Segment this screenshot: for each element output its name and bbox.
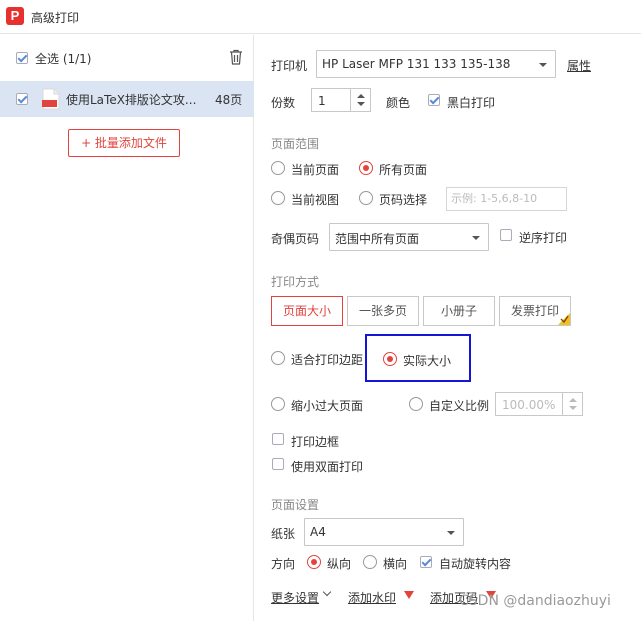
stepper-down-icon[interactable]	[357, 102, 365, 106]
landscape-label: 横向	[383, 557, 408, 571]
printer-selected-value: HP Laser MFP 131 133 135-138	[322, 57, 511, 71]
invoice-print-label: 发票打印	[510, 304, 559, 318]
bw-print-label: 黑白打印	[447, 96, 496, 110]
chevron-down-icon	[472, 236, 480, 240]
paper-selected-value: A4	[310, 525, 326, 539]
printer-properties-link[interactable]: 属性	[567, 57, 591, 74]
page-select-label: 页码选择	[379, 193, 428, 207]
vip-check-icon	[560, 315, 569, 324]
csdn-watermark: CSDN @dandiaozhuyi	[459, 593, 611, 609]
chevron-down-icon[interactable]	[322, 587, 332, 597]
chevron-down-icon	[447, 531, 455, 535]
fit-margin-label: 适合打印边距	[291, 353, 364, 367]
bw-print-checkbox[interactable]	[428, 94, 440, 106]
page-setup-section-title: 页面设置	[271, 498, 320, 512]
reverse-print-checkbox[interactable]	[500, 229, 512, 241]
odd-even-select[interactable]: 范围中所有页面	[329, 223, 489, 251]
chevron-down-icon	[539, 63, 547, 67]
paper-label: 纸张	[271, 527, 296, 541]
file-checkbox[interactable]	[16, 93, 28, 105]
print-border-checkbox[interactable]	[272, 433, 284, 445]
current-page-radio[interactable]	[271, 161, 285, 175]
add-watermark-link[interactable]: 添加水印	[348, 589, 396, 606]
page-size-tab[interactable]: 页面大小	[271, 296, 343, 326]
current-view-radio[interactable]	[271, 191, 285, 205]
shrink-large-label: 缩小过大页面	[291, 399, 364, 413]
printer-label: 打印机	[271, 59, 308, 73]
shrink-large-radio[interactable]	[271, 397, 285, 411]
file-list-panel: 全选 (1/1) 使用LaTeX排版论文攻... 48页 + 批量添加文件	[0, 35, 254, 621]
print-mode-section-title: 打印方式	[271, 275, 320, 289]
current-view-label: 当前视图	[291, 193, 340, 207]
reverse-print-label: 逆序打印	[519, 231, 568, 245]
title-bar: P 高级打印	[0, 0, 641, 34]
multi-page-tab[interactable]: 一张多页	[347, 296, 419, 326]
custom-scale-value: 100.00%	[502, 398, 556, 412]
page-select-radio[interactable]	[359, 191, 373, 205]
select-all-label: 全选 (1/1)	[35, 52, 92, 66]
stepper-down-icon[interactable]	[569, 406, 577, 410]
file-page-count: 48页	[215, 93, 243, 107]
window-title: 高级打印	[31, 11, 80, 25]
pdf-file-icon	[42, 88, 60, 110]
page-range-input[interactable]: 示例: 1-5,6,8-10	[446, 187, 567, 211]
stepper-up-icon[interactable]	[569, 398, 577, 402]
portrait-label: 纵向	[327, 557, 352, 571]
odd-even-selected-value: 范围中所有页面	[335, 232, 420, 246]
duplex-label: 使用双面打印	[291, 460, 364, 474]
copies-label: 份数	[271, 96, 296, 110]
app-logo-icon: P	[6, 7, 24, 25]
color-label: 颜色	[386, 96, 411, 110]
stepper-arrows[interactable]	[562, 393, 582, 415]
file-list-item[interactable]: 使用LaTeX排版论文攻... 48页	[0, 81, 254, 117]
copies-value: 1	[318, 94, 326, 108]
fit-margin-radio[interactable]	[271, 351, 285, 365]
vip-marker-icon	[404, 591, 414, 599]
orientation-label: 方向	[271, 557, 296, 571]
odd-even-label: 奇偶页码	[271, 232, 320, 246]
batch-add-files-button[interactable]: + 批量添加文件	[68, 129, 180, 157]
all-pages-label: 所有页面	[379, 163, 428, 177]
landscape-radio[interactable]	[363, 555, 377, 569]
actual-size-radio[interactable]	[383, 352, 397, 366]
actual-size-label: 实际大小	[403, 354, 452, 368]
printer-select[interactable]: HP Laser MFP 131 133 135-138	[316, 50, 556, 78]
auto-rotate-checkbox[interactable]	[420, 556, 432, 568]
copies-stepper[interactable]: 1	[311, 88, 371, 112]
select-all-checkbox[interactable]	[16, 52, 28, 64]
all-pages-radio[interactable]	[359, 161, 373, 175]
file-name: 使用LaTeX排版论文攻...	[66, 93, 197, 107]
invoice-print-tab[interactable]: 发票打印	[499, 296, 571, 326]
booklet-tab[interactable]: 小册子	[423, 296, 495, 326]
page-range-section-title: 页面范围	[271, 137, 320, 151]
current-page-label: 当前页面	[291, 163, 340, 177]
auto-rotate-label: 自动旋转内容	[439, 557, 512, 571]
custom-scale-label: 自定义比例	[429, 399, 490, 413]
portrait-radio[interactable]	[307, 555, 321, 569]
trash-icon[interactable]	[229, 49, 243, 65]
stepper-up-icon[interactable]	[357, 94, 365, 98]
custom-scale-radio[interactable]	[409, 397, 423, 411]
stepper-arrows[interactable]	[350, 89, 370, 111]
duplex-checkbox[interactable]	[272, 458, 284, 470]
custom-scale-stepper[interactable]: 100.00%	[495, 392, 583, 416]
print-border-label: 打印边框	[291, 435, 340, 449]
more-settings-link[interactable]: 更多设置	[271, 589, 319, 606]
paper-select[interactable]: A4	[304, 518, 464, 546]
